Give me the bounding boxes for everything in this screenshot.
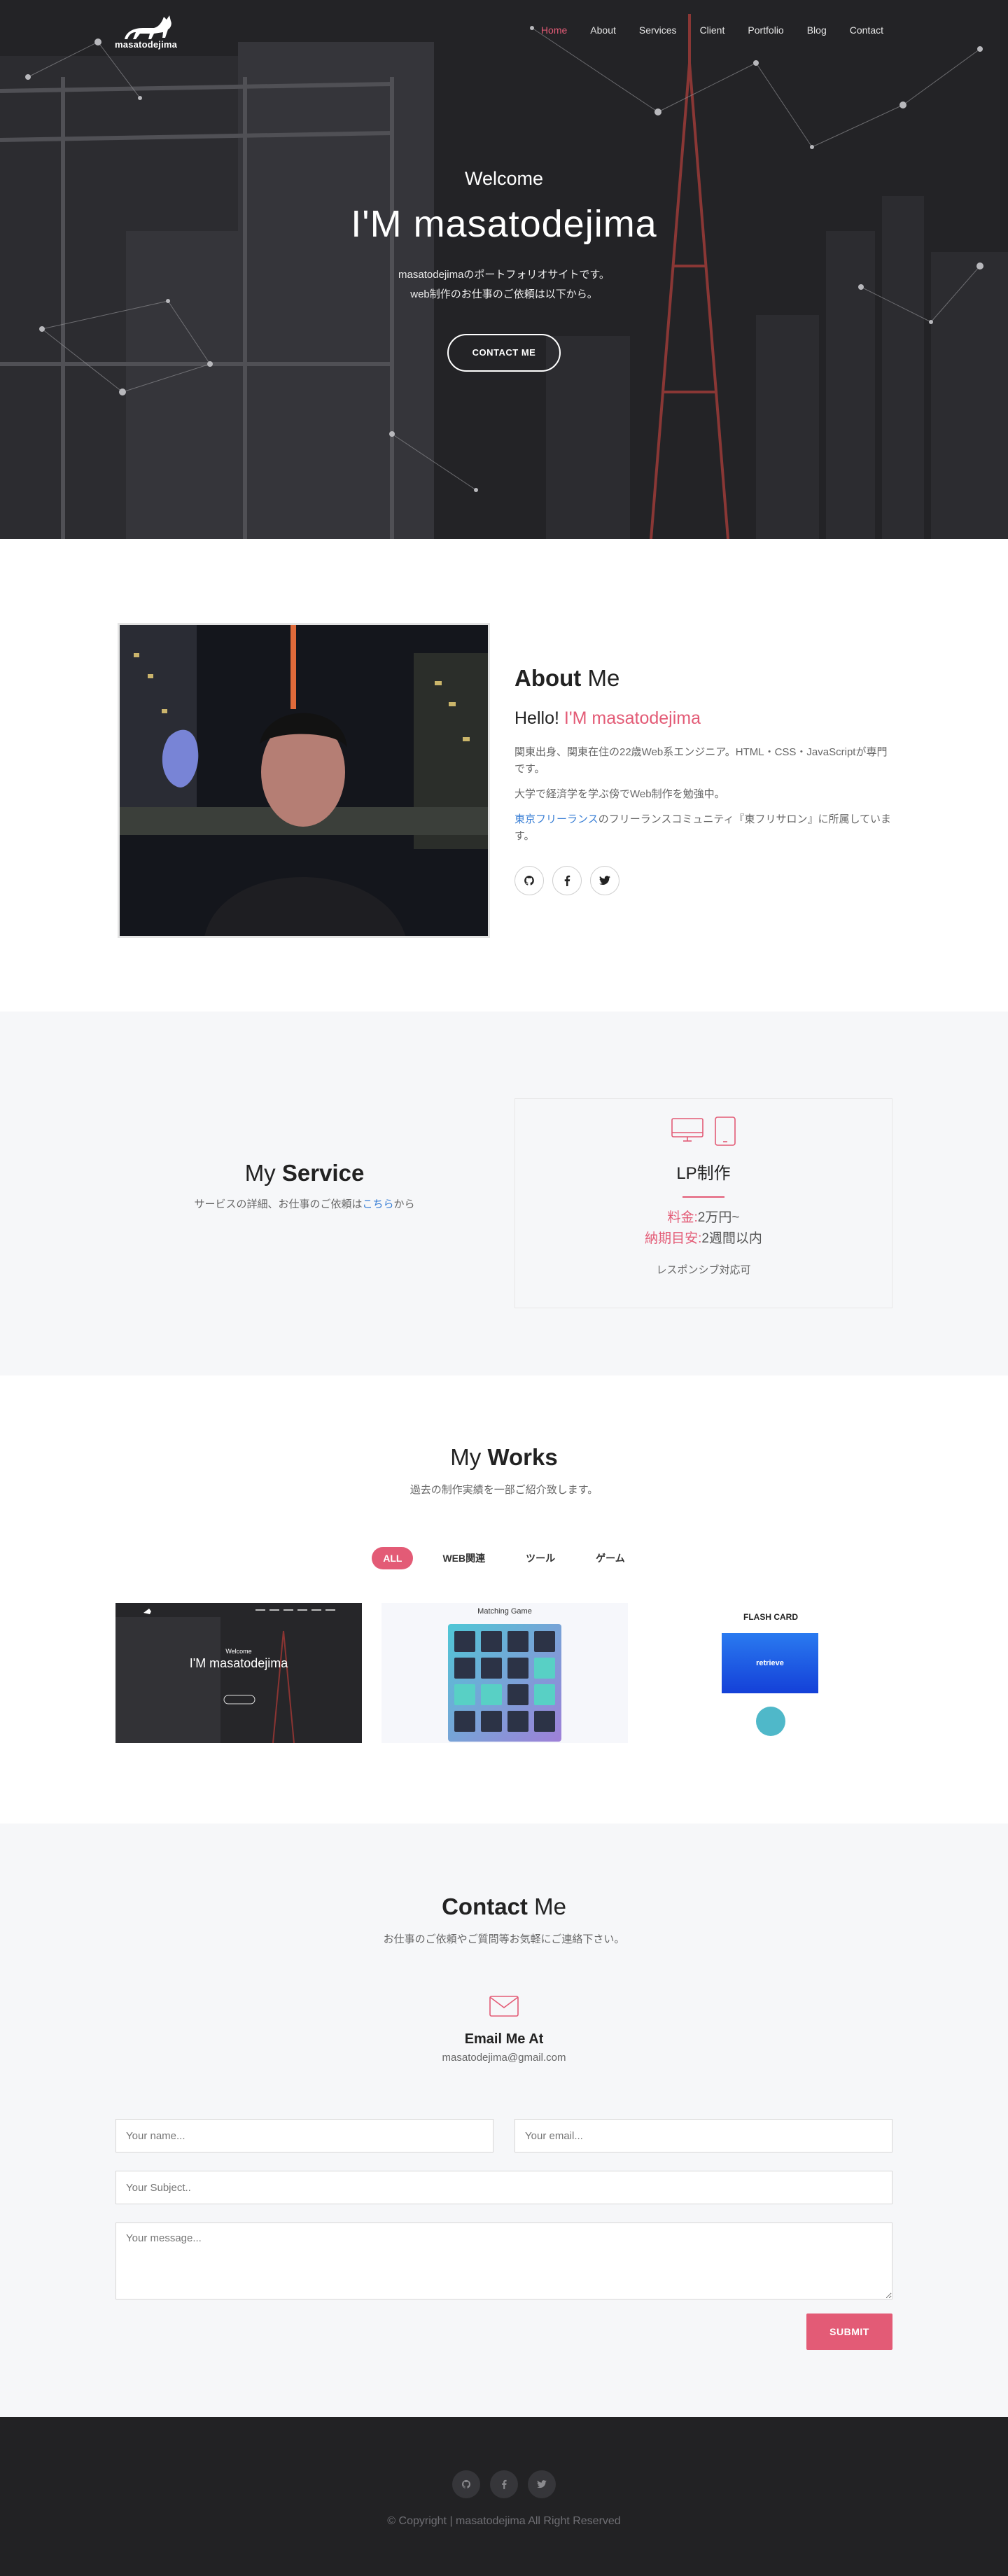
email-block: Email Me At masatodejima@gmail.com [0,1996,1008,2064]
about-section: About Me Hello! I'M masatodejima 関東出身、関東… [0,539,1008,1011]
about-title: About Me [514,665,620,691]
footer: © Copyright | masatodejima All Right Res… [0,2417,1008,2576]
thumb3-title: FLASH CARD [743,1612,798,1622]
tablet-icon [715,1116,736,1146]
filter-web[interactable]: WEB関連 [431,1547,496,1569]
service-card-title: LP制作 [676,1164,731,1183]
contact-heading: Contact Me お仕事のご依頼やご質問等お気軽にご連絡下さい。 [0,1893,1008,1946]
about-paragraph-2: 大学で経済学を学ぶ傍でWeb制作を勉強中。 [514,788,725,800]
facebook-icon[interactable] [552,866,582,895]
nav-item-services[interactable]: Services [639,24,677,36]
nav-item-about[interactable]: About [590,24,616,36]
matching-game-thumbnail [448,1624,561,1742]
hero-section: masatodejima Home About Services Client … [0,0,1008,539]
nav-item-blog[interactable]: Blog [807,24,827,36]
profile-photo [118,623,490,938]
footer-social-links [0,2470,1008,2498]
twitter-icon[interactable] [590,866,620,895]
main-nav: masatodejima Home About Services Client … [0,0,1008,60]
service-heading: My Service サービスの詳細、お仕事のご依頼はこちらから [115,1160,493,1211]
work-item-flash-card[interactable]: FLASH CARD retrieve [648,1603,894,1743]
name-input[interactable] [115,2119,493,2152]
nav-item-home[interactable]: Home [541,24,567,36]
thumb3-card: retrieve [722,1633,818,1693]
about-text: About Me Hello! I'M masatodejima 関東出身、関東… [514,665,892,895]
about-paragraph-1: 関東出身、関東在住の22歳Web系エンジニア。HTML・CSS・JavaScri… [514,746,888,775]
thumb3-circle-button [756,1707,785,1736]
thumb1-title: I'M masatodejima [189,1656,288,1670]
email-title: Email Me At [464,2031,544,2047]
hero-welcome: Welcome [464,168,544,189]
footer-facebook-icon[interactable] [490,2470,518,2498]
footer-twitter-icon[interactable] [528,2470,556,2498]
hero-line-1: masatodejimaのポートフォリオサイトです。 [398,269,610,281]
about-paragraph-3: 東京フリーランスのフリーランスコミュニティ『東フリサロン』に所属しています。 [514,813,892,842]
service-card-divider [682,1196,724,1198]
email-input[interactable] [514,2119,892,2152]
service-icons [515,1116,892,1149]
about-hello: Hello! I'M masatodejima [514,708,701,728]
works-subtitle: 過去の制作実績を一部ご紹介致します。 [410,1484,598,1496]
filter-games[interactable]: ゲーム [584,1547,636,1569]
contact-title: Contact Me [442,1893,566,1919]
lp-service-card: LP制作 料金:2万円~ 納期目安:2週間以内 レスポンシブ対応可 [514,1098,892,1308]
submit-button[interactable]: SUBMIT [806,2314,892,2350]
nav-menu: Home About Services Client Portfolio Blo… [518,24,883,36]
github-icon[interactable] [514,866,544,895]
email-address: masatodejima@gmail.com [442,2052,566,2064]
thumb1-welcome: Welcome [225,1648,252,1655]
hero-content: Welcome I'M masatodejima masatodejimaのポー… [0,168,1008,372]
copyright-text: © Copyright | masatodejima All Right Res… [387,2515,621,2527]
service-section: My Service サービスの詳細、お仕事のご依頼はこちらから LP制作 料金… [0,1011,1008,1376]
contact-subtitle: お仕事のご依頼やご質問等お気軽にご連絡下さい。 [383,1933,625,1945]
works-title: My Works [450,1444,558,1470]
subject-input[interactable] [115,2171,892,2204]
about-social-links [514,866,892,895]
contact-section: Contact Me お仕事のご依頼やご質問等お気軽にご連絡下さい。 Email… [0,1823,1008,2417]
filter-all[interactable]: ALL [372,1547,414,1569]
envelope-icon [489,1996,519,2017]
portfolio-thumbnail [115,1603,362,1743]
nav-item-contact[interactable]: Contact [850,24,883,36]
site-logo[interactable]: masatodejima [115,6,185,55]
service-price: 料金:2万円~ [667,1210,740,1225]
contact-me-button[interactable]: CONTACT ME [447,334,561,372]
message-textarea[interactable] [115,2222,892,2300]
service-title: My Service [244,1160,365,1186]
works-heading: My Works 過去の制作実績を一部ご紹介致します。 [0,1444,1008,1497]
works-section: My Works 過去の制作実績を一部ご紹介致します。 ALL WEB関連 ツー… [0,1376,1008,1823]
nav-item-portfolio[interactable]: Portfolio [748,24,783,36]
works-filters: ALL WEB関連 ツール ゲーム [0,1547,1008,1569]
filter-tools[interactable]: ツール [514,1547,566,1569]
work-item-matching-game[interactable]: Matching Game [382,1603,628,1743]
work-item-portfolio[interactable]: Welcome I'M masatodejima [115,1603,362,1743]
hero-title: I'M masatodejima [351,203,657,245]
desktop-icon [671,1118,704,1142]
service-here-link[interactable]: こちら [362,1198,393,1210]
service-term: 納期目安:2週間以内 [645,1231,762,1246]
service-description: サービスの詳細、お仕事のご依頼はこちらから [194,1198,415,1210]
tokyo-freelance-link[interactable]: 東京フリーランス [514,813,598,825]
service-responsive-note: レスポンシブ対応可 [656,1264,751,1276]
logo-text: masatodejima [115,39,178,50]
footer-github-icon[interactable] [452,2470,480,2498]
nav-item-client[interactable]: Client [700,24,725,36]
hero-line-2: web制作のお仕事のご依頼は以下から。 [410,288,598,300]
